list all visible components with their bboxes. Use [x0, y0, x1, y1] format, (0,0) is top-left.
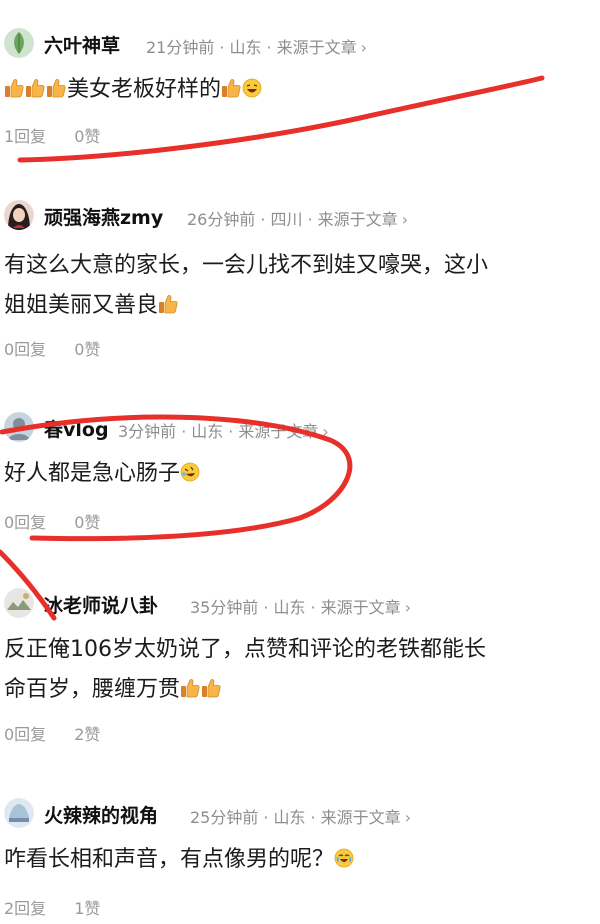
reply-count[interactable]: 1回复 [4, 127, 46, 146]
crying-laughing-icon [334, 848, 354, 868]
chevron-right-icon[interactable]: › [405, 808, 411, 827]
chevron-right-icon[interactable]: › [322, 422, 328, 441]
chevron-right-icon[interactable]: › [361, 38, 367, 57]
username[interactable]: 顽强海燕zmy [44, 203, 163, 230]
like-count[interactable]: 1赞 [74, 899, 100, 918]
comment-location: 四川 [270, 210, 303, 229]
comment-stats: 0回复 0赞 [4, 336, 100, 360]
comment-text-content: 咋看长相和声音，有点像男的呢？ [4, 847, 335, 872]
comment-location: 山东 [273, 808, 306, 827]
source-link[interactable]: 来源于文章 [238, 422, 318, 441]
source-link[interactable]: 来源于文章 [321, 598, 401, 617]
reply-count[interactable]: 0回复 [4, 725, 46, 744]
avatar[interactable] [4, 412, 34, 442]
source-link[interactable]: 来源于文章 [318, 210, 398, 229]
avatar[interactable] [4, 798, 34, 828]
comment-text-line: 姐姐美丽又善良 [4, 286, 594, 326]
comment-meta: 3分钟前 · 山东 · 来源于文章 › [118, 422, 329, 441]
like-count[interactable]: 0赞 [74, 513, 100, 532]
source-link[interactable]: 来源于文章 [321, 808, 401, 827]
comment-time: 25分钟前 [190, 808, 259, 827]
comment-text: 好人都是急心肠子 [4, 454, 594, 494]
reply-count[interactable]: 0回复 [4, 513, 46, 532]
comment-stats: 2回复 1赞 [4, 895, 100, 919]
comment-text-line: 反正俺106岁太奶说了，点赞和评论的老铁都能长 [4, 637, 486, 662]
comment-text-content: 好人都是急心肠子 [4, 461, 181, 486]
username[interactable]: 春vlog [44, 415, 109, 442]
comment-stats: 0回复 2赞 [4, 721, 100, 745]
comment-text-content: 命百岁，腰缠万贯 [4, 677, 181, 702]
comment-header: 顽强海燕zmy 26分钟前 · 四川 · 来源于文章 › [0, 200, 600, 236]
comment-meta: 26分钟前 · 四川 · 来源于文章 › [187, 210, 408, 229]
like-count[interactable]: 0赞 [74, 127, 100, 146]
thumbs-up-icon [180, 678, 200, 698]
reply-count[interactable]: 2回复 [4, 899, 46, 918]
comment-text-content: 姐姐美丽又善良 [4, 293, 159, 318]
comment-text-content: 美女老板好样的 [67, 77, 222, 102]
chevron-right-icon[interactable]: › [402, 210, 408, 229]
reply-count[interactable]: 0回复 [4, 340, 46, 359]
comment-location: 山东 [191, 422, 224, 441]
username[interactable]: 火辣辣的视角 [44, 801, 158, 828]
avatar[interactable] [4, 200, 34, 230]
comment-header: 六叶神草 21分钟前 · 山东 · 来源于文章 › [0, 28, 600, 64]
thumbs-up-icon [221, 78, 241, 98]
comment-time: 26分钟前 [187, 210, 256, 229]
comment-stats: 0回复 0赞 [4, 509, 100, 533]
comment-text: 反正俺106岁太奶说了，点赞和评论的老铁都能长 命百岁，腰缠万贯 [4, 630, 594, 710]
thumbs-up-icon [201, 678, 221, 698]
comment-text: 有这么大意的家长，一会儿找不到娃又嚎哭，这小 姐姐美丽又善良 [4, 246, 594, 326]
avatar[interactable] [4, 588, 34, 618]
rolling-laughing-icon [180, 462, 200, 482]
username[interactable]: 六叶神草 [44, 31, 120, 58]
comment-location: 山东 [273, 598, 306, 617]
like-count[interactable]: 2赞 [74, 725, 100, 744]
thumbs-up-icon [46, 78, 66, 98]
username[interactable]: 冰老师说八卦 [44, 591, 158, 618]
avatar[interactable] [4, 28, 34, 58]
thumbs-up-icon [158, 294, 178, 314]
comment-header: 春vlog 3分钟前 · 山东 · 来源于文章 › [0, 412, 600, 448]
comment-header: 冰老师说八卦 35分钟前 · 山东 · 来源于文章 › [0, 588, 600, 624]
comment-time: 3分钟前 [118, 422, 177, 441]
comment-time: 21分钟前 [146, 38, 215, 57]
comment-stats: 1回复 0赞 [4, 123, 100, 147]
comment-meta: 21分钟前 · 山东 · 来源于文章 › [146, 38, 367, 57]
comment-meta: 35分钟前 · 山东 · 来源于文章 › [190, 598, 411, 617]
comment-text: 美女老板好样的 [4, 70, 594, 110]
comment-text-line: 命百岁，腰缠万贯 [4, 670, 594, 710]
source-link[interactable]: 来源于文章 [277, 38, 357, 57]
comment-text: 咋看长相和声音，有点像男的呢？ [4, 840, 594, 880]
like-count[interactable]: 0赞 [74, 340, 100, 359]
comment-header: 火辣辣的视角 25分钟前 · 山东 · 来源于文章 › [0, 798, 600, 834]
chevron-right-icon[interactable]: › [405, 598, 411, 617]
thumbs-up-icon [4, 78, 24, 98]
thumbs-up-icon [25, 78, 45, 98]
comment-location: 山东 [229, 38, 262, 57]
comment-text-line: 有这么大意的家长，一会儿找不到娃又嚎哭，这小 [4, 253, 489, 278]
comment-meta: 25分钟前 · 山东 · 来源于文章 › [190, 808, 411, 827]
laughing-face-icon [242, 78, 262, 98]
comment-time: 35分钟前 [190, 598, 259, 617]
